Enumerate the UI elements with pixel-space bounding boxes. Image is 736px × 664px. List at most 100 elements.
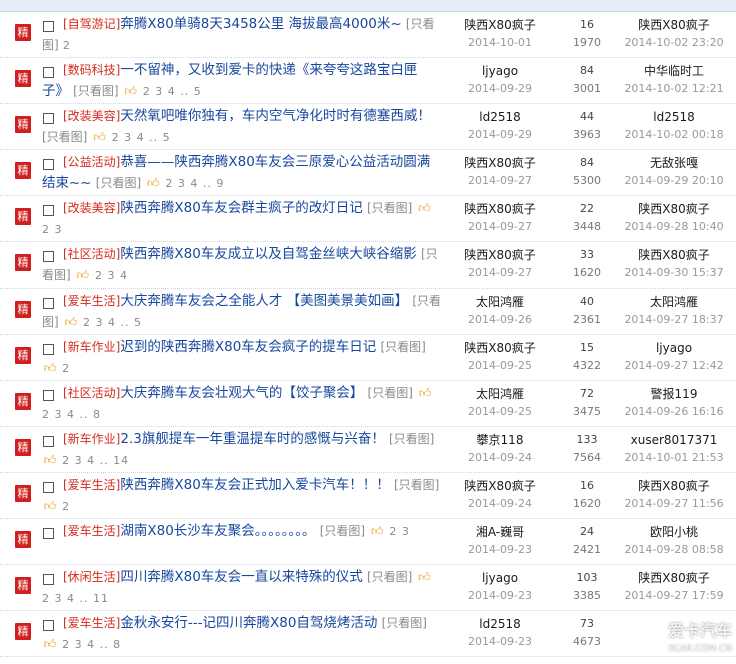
thread-title-cell: [社区活动]陕西奔腾X80车友成立以及自驾金丝峡大峡谷缩影 [只看图] 👍︎ 2…: [42, 244, 442, 286]
thread-title-link[interactable]: 四川奔腾X80车友会一直以来特殊的仪式: [120, 569, 362, 585]
only-pictures-link[interactable]: [只看图]: [394, 478, 439, 492]
last-reply-user-link[interactable]: 太阳鸿雁: [612, 293, 736, 311]
last-reply-user-link[interactable]: 陕西X80疯子: [612, 200, 736, 218]
thread-title-cell: [爱车生活]陕西奔腾X80车友会正式加入爱卡汽车！！！ [只看图] 👍︎ 2: [42, 475, 442, 517]
author-link[interactable]: 太阳鸿雁: [450, 385, 550, 403]
thread-title-link[interactable]: 大庆奔腾车友会之全能人才 【美图美景美如画】: [120, 293, 408, 309]
author-cell: 攀京118 2014-09-24: [450, 431, 550, 467]
only-pictures-link[interactable]: [只看图]: [367, 201, 412, 215]
thread-category-link[interactable]: [爱车生活]: [63, 616, 120, 630]
page-links[interactable]: 2 3 4: [95, 269, 128, 282]
author-cell: 陕西X80疯子 2014-09-25: [450, 339, 550, 375]
page-links[interactable]: 2: [62, 362, 70, 375]
author-link[interactable]: ljyago: [450, 62, 550, 80]
page-links[interactable]: 2 3: [389, 525, 410, 538]
reply-count: 15: [580, 340, 594, 354]
last-reply-time: 2014-10-01 21:53: [624, 450, 724, 464]
thread-title-link[interactable]: 湖南X80长沙车友聚会。。。。。。。。: [120, 523, 315, 539]
reply-count: 73: [580, 617, 594, 631]
only-pictures-link[interactable]: [只看图]: [73, 84, 118, 98]
author-link[interactable]: 攀京118: [450, 431, 550, 449]
author-link[interactable]: 太阳鸿雁: [450, 293, 550, 311]
page-links[interactable]: 2 3 4 .. 5: [143, 85, 202, 98]
thread-title-link[interactable]: 陕西奔腾X80车友成立以及自驾金丝峡大峡谷缩影: [120, 246, 416, 262]
last-reply-user-link[interactable]: 警报119: [612, 385, 736, 403]
stats-cell: 72 3475: [560, 385, 614, 421]
last-reply-user-link[interactable]: 陕西X80疯子: [612, 569, 736, 587]
page-links[interactable]: 2: [62, 500, 70, 513]
last-reply-user-link[interactable]: xuser8017371: [612, 431, 736, 449]
page-links[interactable]: 2 3 4 .. 14: [62, 454, 129, 467]
last-reply-user-link[interactable]: 陕西X80疯子: [612, 16, 736, 34]
last-reply-user-link[interactable]: 陕西X80疯子: [612, 477, 736, 495]
only-pictures-link[interactable]: [只看图]: [96, 176, 141, 190]
featured-badge: 精: [15, 116, 31, 134]
thread-category-link[interactable]: [社区活动]: [63, 247, 120, 261]
only-pictures-link[interactable]: [只看图]: [42, 130, 87, 144]
thread-category-link[interactable]: [数码科技]: [63, 63, 120, 77]
thread-title-link[interactable]: 陕西奔腾X80车友会正式加入爱卡汽车！！！: [120, 477, 389, 493]
only-pictures-link[interactable]: [只看图]: [368, 386, 413, 400]
author-link[interactable]: 陕西X80疯子: [450, 200, 550, 218]
thread-title-link[interactable]: 金秋永安行---记四川奔腾X80自驾烧烤活动: [120, 615, 377, 631]
featured-badge: 精: [15, 392, 31, 410]
post-date: 2014-09-25: [468, 358, 532, 372]
author-cell: 陕西X80疯子 2014-09-27: [450, 200, 550, 236]
thread-title-link[interactable]: 大庆奔腾车友会壮观大气的【饺子聚会】: [120, 385, 363, 401]
author-link[interactable]: 陕西X80疯子: [450, 477, 550, 495]
page-links[interactable]: 2 3: [42, 223, 63, 236]
author-link[interactable]: 陕西X80疯子: [450, 16, 550, 34]
author-link[interactable]: 陕西X80疯子: [450, 246, 550, 264]
thumbs-up-icon: 👍︎: [43, 452, 57, 467]
only-pictures-link[interactable]: [只看图]: [320, 524, 365, 538]
page-links[interactable]: 2: [63, 39, 71, 52]
page-links[interactable]: 2 3 4 .. 11: [42, 592, 109, 605]
thread-category-link[interactable]: [改装美容]: [63, 201, 120, 215]
page-links[interactable]: 2 3 4 .. 9: [165, 177, 224, 190]
thread-title-link[interactable]: 奔腾X80单骑8天3458公里 海拔最高4000米~: [120, 16, 401, 32]
thread-category-link[interactable]: [社区活动]: [63, 386, 120, 400]
author-cell: ld2518 2014-09-23: [450, 615, 550, 651]
last-reply-user-link[interactable]: 中华临时工: [612, 62, 736, 80]
author-link[interactable]: 陕西X80疯子: [450, 154, 550, 172]
thread-category-link[interactable]: [公益活动]: [63, 155, 120, 169]
author-link[interactable]: 湘A-巍哥: [450, 523, 550, 541]
featured-badge: 精: [15, 346, 31, 364]
page-links[interactable]: 2 3 4 .. 8: [62, 638, 121, 651]
stats-cell: 40 2361: [560, 293, 614, 329]
thread-category-link[interactable]: [爱车生活]: [63, 294, 120, 308]
author-link[interactable]: ld2518: [450, 108, 550, 126]
last-reply-user-link[interactable]: ld2518: [612, 108, 736, 126]
thread-title-link[interactable]: 迟到的陕西奔腾X80车友会疯子的提车日记: [120, 339, 376, 355]
author-link[interactable]: ld2518: [450, 615, 550, 633]
thread-title-link[interactable]: 2.3旗舰提车一年重温提车时的感慨与兴奋！: [120, 431, 384, 447]
page-links[interactable]: 2 3 4 .. 5: [112, 131, 171, 144]
page-links[interactable]: 2 3 4 .. 8: [42, 408, 101, 421]
view-count: 2361: [573, 312, 601, 326]
thread-category-link[interactable]: [新车作业]: [63, 340, 120, 354]
thread-category-link[interactable]: [新车作业]: [63, 432, 120, 446]
last-reply-cell: xuser8017371 2014-10-01 21:53: [612, 431, 736, 467]
thread-category-link[interactable]: [自驾游记]: [63, 17, 120, 31]
only-pictures-link[interactable]: [只看图]: [367, 570, 412, 584]
only-pictures-link[interactable]: [只看图]: [389, 432, 434, 446]
last-reply-user-link[interactable]: ljyago: [612, 339, 736, 357]
featured-badge: 精: [15, 531, 31, 549]
thread-title-link[interactable]: 陕西奔腾X80车友会群主疯子的改灯日记: [120, 200, 362, 216]
thread-title-link[interactable]: 天然氧吧唯你独有，车内空气净化时时有德塞西威！: [120, 108, 431, 124]
thread-category-link[interactable]: [爱车生活]: [63, 478, 120, 492]
only-pictures-link[interactable]: [只看图]: [382, 616, 427, 630]
author-link[interactable]: ljyago: [450, 569, 550, 587]
featured-badge: 精: [15, 162, 31, 180]
page-links[interactable]: 2 3 4 .. 5: [83, 316, 142, 329]
thumbs-up-icon: 👍︎: [43, 637, 57, 652]
last-reply-user-link[interactable]: 陕西X80疯子: [612, 246, 736, 264]
only-pictures-link[interactable]: [只看图]: [380, 340, 425, 354]
thread-category-link[interactable]: [爱车生活]: [63, 524, 120, 538]
author-link[interactable]: 陕西X80疯子: [450, 339, 550, 357]
thread-category-link[interactable]: [休闲生活]: [63, 570, 120, 584]
last-reply-user-link[interactable]: 无敌张嘎: [612, 154, 736, 172]
author-cell: 陕西X80疯子 2014-09-27: [450, 154, 550, 190]
last-reply-user-link[interactable]: 欧阳小桃: [612, 523, 736, 541]
thread-category-link[interactable]: [改装美容]: [63, 109, 120, 123]
